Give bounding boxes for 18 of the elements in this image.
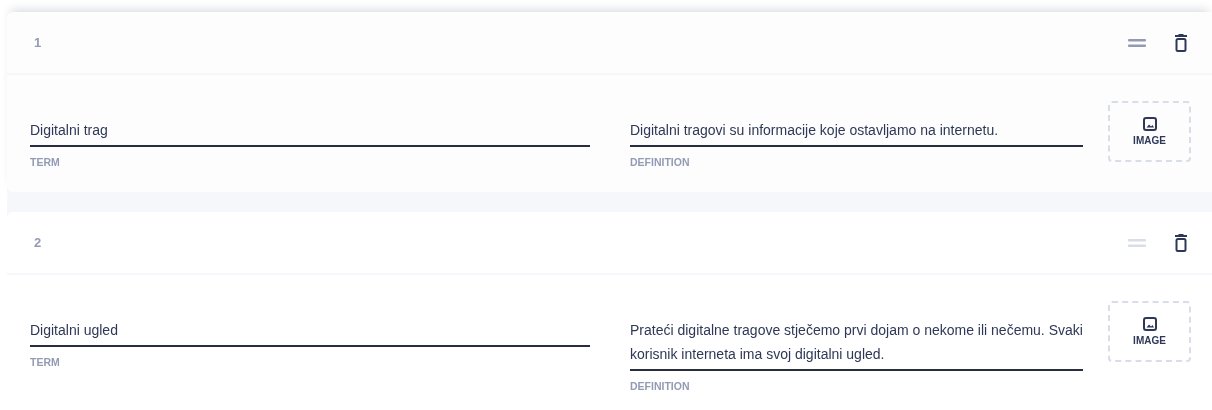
- delete-icon[interactable]: [1174, 33, 1188, 52]
- term-field[interactable]: Digitalni trag: [30, 118, 590, 147]
- add-image-button[interactable]: IMAGE: [1108, 301, 1191, 362]
- image-icon: [1142, 117, 1157, 131]
- drag-handle-icon[interactable]: [1128, 237, 1146, 248]
- image-icon: [1142, 317, 1157, 331]
- card-number: 1: [34, 35, 42, 50]
- term-field[interactable]: Digitalni ugled: [30, 318, 590, 347]
- delete-icon[interactable]: [1174, 233, 1188, 252]
- drag-handle-icon[interactable]: [1128, 37, 1146, 48]
- field-label: TERM: [30, 356, 60, 368]
- field-label: TERM: [30, 156, 60, 168]
- field-label: DEFINITION: [630, 156, 690, 168]
- definition-field[interactable]: Prateći digitalne tragove stječemo prvi dojam o nekome ili nečemu. Svaki korisnik interneta ima svoj digitalni ugled.: [630, 318, 1083, 371]
- add-image-button[interactable]: IMAGE: [1108, 101, 1191, 162]
- field-label: DEFINITION: [630, 380, 690, 392]
- card-number: 2: [34, 235, 42, 250]
- definition-field[interactable]: Digitalni tragovi su informacije koje ostavljamo na internetu.: [630, 118, 1083, 147]
